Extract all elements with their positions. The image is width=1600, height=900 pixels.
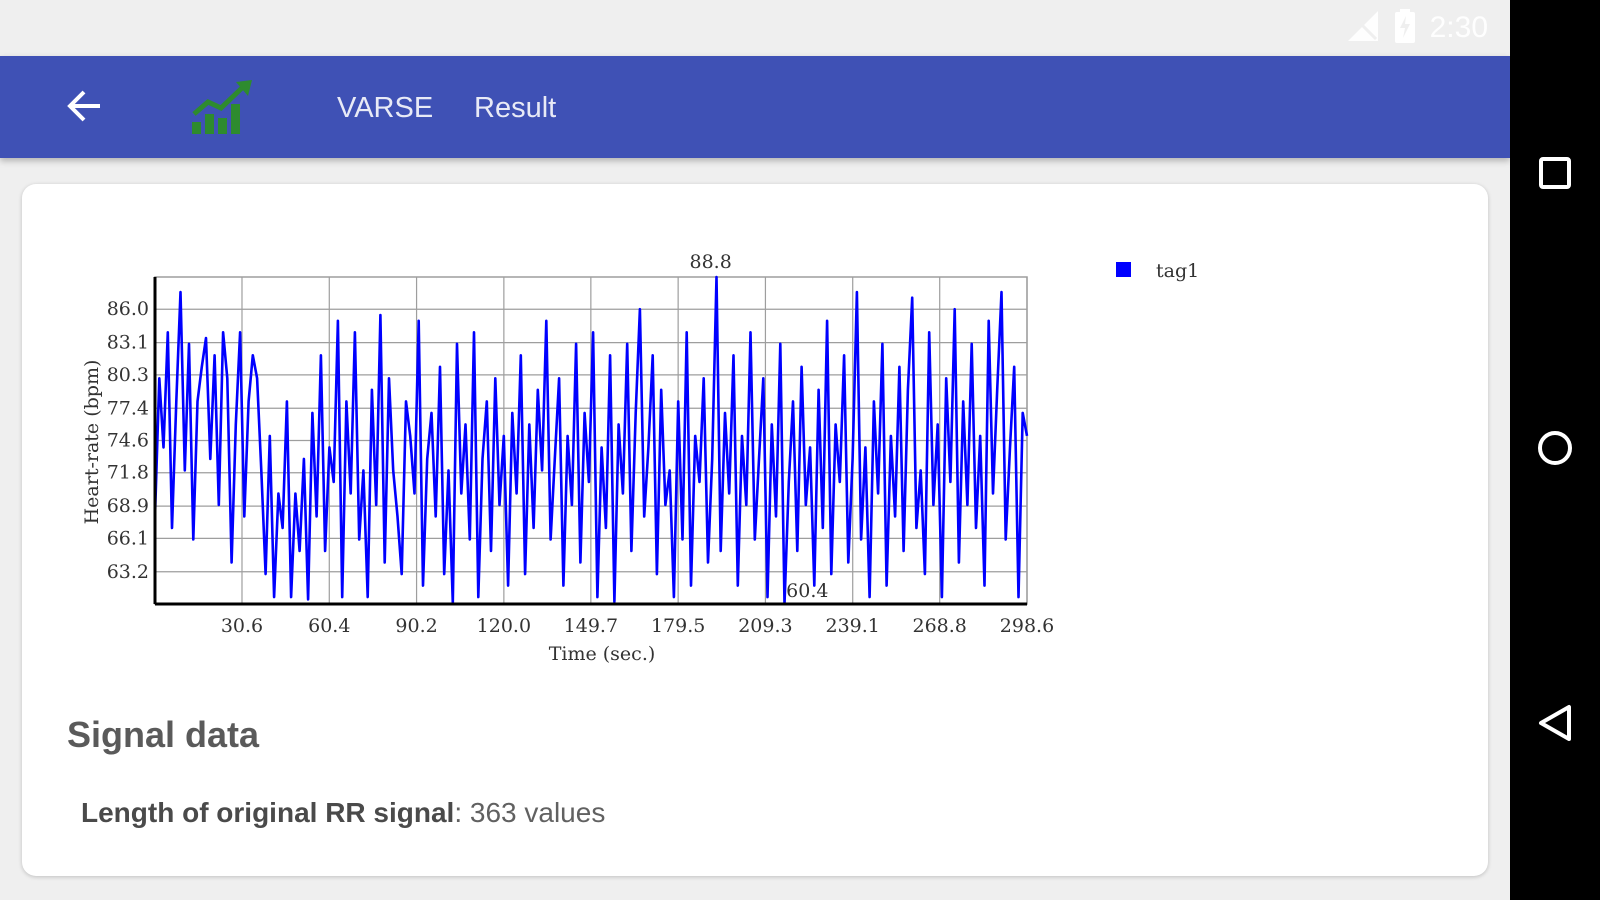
- square-icon: [1537, 155, 1573, 196]
- heart-rate-chart[interactable]: 30.6 60.4 90.2 120.0 149.7 179.5 209.3 239.1 268…: [22, 184, 1488, 684]
- signal-data-title: Signal data: [67, 714, 260, 755]
- y-tick-label: 63.2: [107, 561, 149, 583]
- y-tick-labels: 63.2 66.1 68.9 71.8 74.6 77.4 80.3 83.1 86.0: [107, 298, 149, 583]
- system-nav-bar: [1510, 0, 1600, 900]
- signal-length-label: Length of original RR signal: [81, 797, 455, 828]
- x-tick-label: 179.5: [651, 615, 705, 637]
- signal-length-value: : 363 values: [454, 797, 606, 828]
- x-axis-label: Time (sec.): [549, 643, 656, 665]
- y-tick-label: 71.8: [107, 462, 149, 484]
- status-icons: 2:30: [1346, 8, 1488, 48]
- status-bar: 2:30: [0, 0, 1510, 56]
- chart-logo-icon: [190, 78, 256, 136]
- legend-swatch: [1116, 262, 1131, 277]
- x-tick-label: 30.6: [221, 615, 263, 637]
- y-tick-label: 86.0: [107, 298, 149, 320]
- triangle-back-icon: [1535, 703, 1575, 748]
- x-tick-label: 268.8: [913, 615, 967, 637]
- x-tick-label: 149.7: [564, 615, 618, 637]
- app-name: VARSE: [337, 92, 434, 124]
- back-button[interactable]: [56, 80, 112, 136]
- recents-button[interactable]: [1525, 145, 1585, 205]
- x-tick-label: 239.1: [826, 615, 880, 637]
- arrow-left-icon: [64, 86, 104, 131]
- signal-length-line: Length of original RR signal: 363 values: [81, 797, 605, 829]
- home-button[interactable]: [1525, 420, 1585, 480]
- nav-back-button[interactable]: [1525, 695, 1585, 755]
- y-tick-label: 80.3: [107, 364, 149, 386]
- legend-label: tag1: [1156, 260, 1199, 282]
- y-tick-label: 68.9: [107, 495, 149, 517]
- chart-legend: tag1: [1116, 260, 1199, 282]
- y-tick-label: 74.6: [107, 430, 149, 452]
- min-value-label: 60.4: [786, 580, 828, 602]
- y-axis-label: Heart-rate (bpm): [81, 360, 103, 525]
- x-tick-labels: 30.6 60.4 90.2 120.0 149.7 179.5 209.3 239.1 268…: [221, 615, 1054, 637]
- circle-icon: [1535, 428, 1575, 473]
- result-card: 30.6 60.4 90.2 120.0 149.7 179.5 209.3 239.1 268…: [22, 184, 1488, 876]
- signal-icon: [1346, 9, 1380, 48]
- max-value-label: 88.8: [689, 251, 731, 273]
- x-tick-label: 60.4: [308, 615, 350, 637]
- y-tick-label: 83.1: [107, 332, 149, 354]
- y-tick-label: 77.4: [107, 397, 149, 419]
- x-tick-label: 120.0: [477, 615, 531, 637]
- app-bar: VARSE Result: [0, 56, 1510, 158]
- chart-svg: 30.6 60.4 90.2 120.0 149.7 179.5 209.3 239.1 268…: [81, 251, 1199, 665]
- x-tick-label: 209.3: [738, 615, 792, 637]
- y-tick-label: 66.1: [107, 527, 149, 549]
- battery-icon: [1394, 8, 1416, 48]
- x-tick-label: 298.6: [1000, 615, 1054, 637]
- screen-title: Result: [474, 92, 557, 124]
- x-tick-label: 90.2: [395, 615, 437, 637]
- status-time: 2:30: [1429, 11, 1488, 44]
